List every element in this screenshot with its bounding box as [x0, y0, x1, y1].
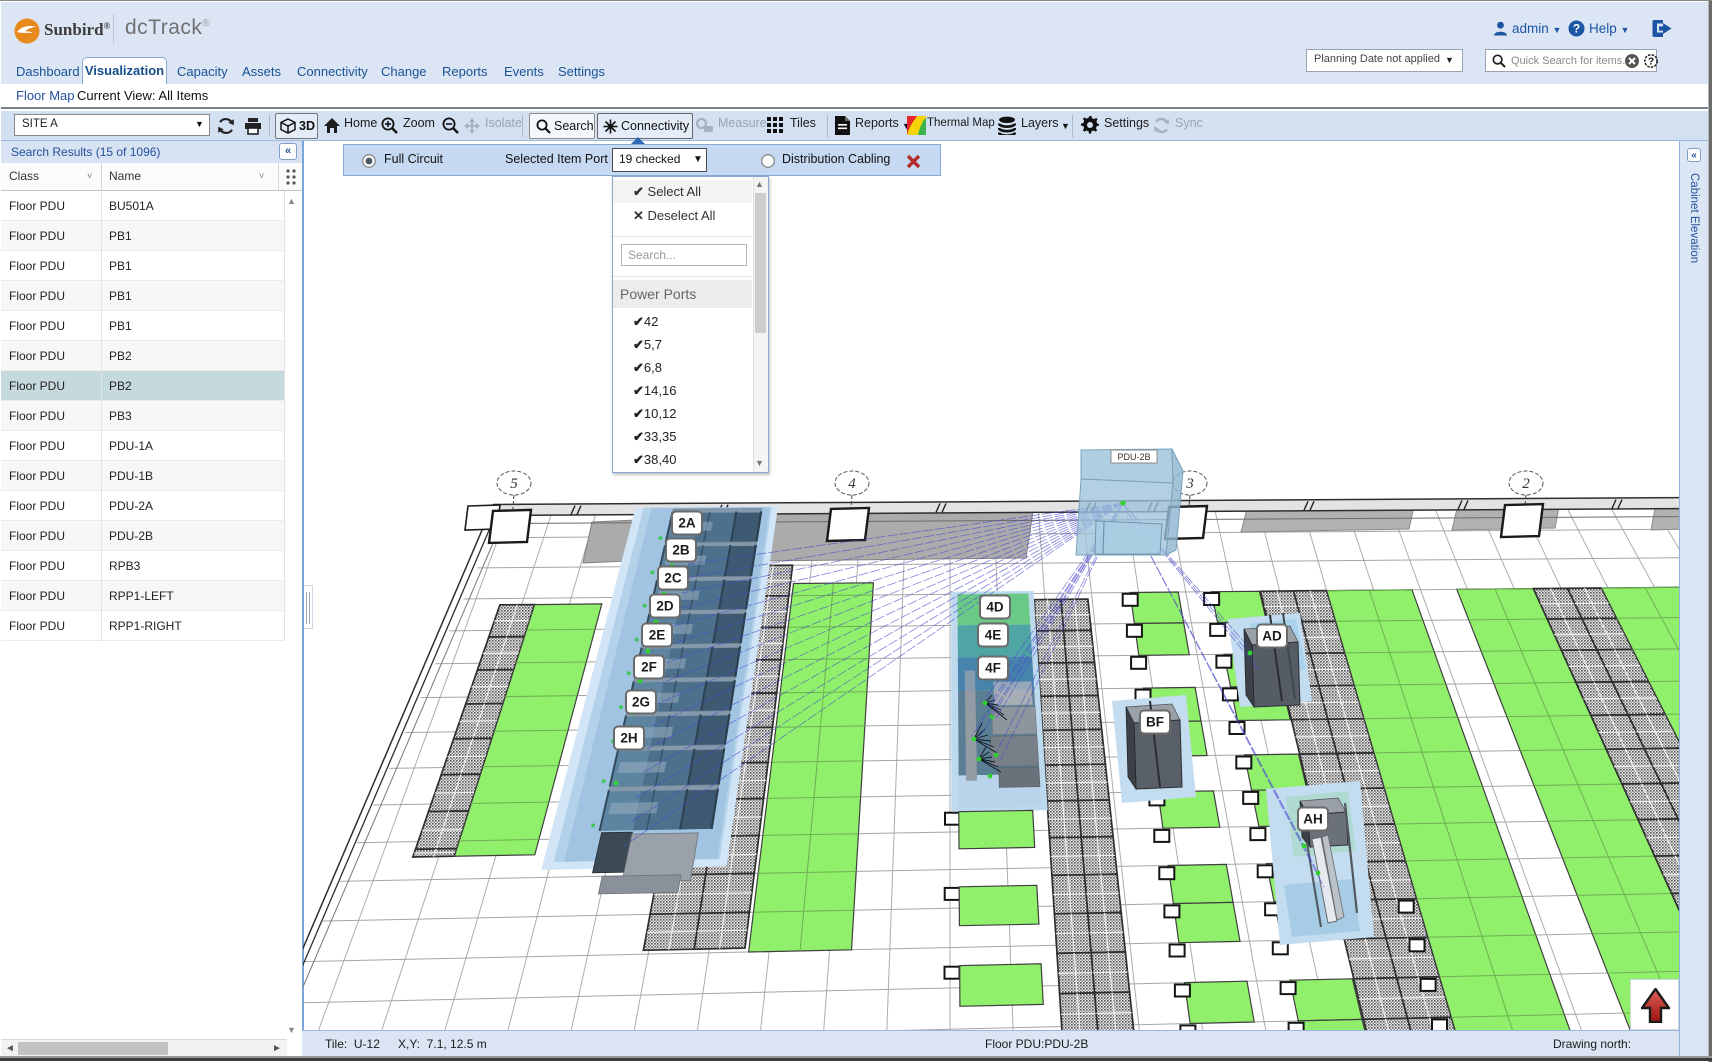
svg-text:2F: 2F — [641, 660, 657, 675]
svg-text:AH: AH — [1303, 812, 1323, 827]
svg-text:?: ? — [1573, 22, 1580, 36]
svg-text:PDU-2B: PDU-2B — [1117, 452, 1150, 462]
svg-text:2D: 2D — [656, 599, 674, 614]
svg-text:2H: 2H — [620, 731, 637, 746]
svg-text:2E: 2E — [649, 628, 666, 643]
svg-text:2C: 2C — [664, 571, 682, 586]
svg-text:BF: BF — [1146, 715, 1164, 730]
svg-text:AD: AD — [1262, 629, 1282, 644]
svg-text:2: 2 — [1522, 476, 1530, 492]
svg-text:4D: 4D — [986, 600, 1004, 615]
svg-text:4E: 4E — [985, 628, 1002, 643]
svg-text:5: 5 — [510, 476, 518, 492]
svg-text:2A: 2A — [678, 516, 696, 531]
svg-text:4F: 4F — [985, 661, 1001, 676]
svg-text:2G: 2G — [632, 695, 650, 710]
svg-text:2B: 2B — [672, 543, 690, 558]
svg-text:4: 4 — [848, 476, 856, 492]
svg-text:3: 3 — [1185, 476, 1194, 492]
